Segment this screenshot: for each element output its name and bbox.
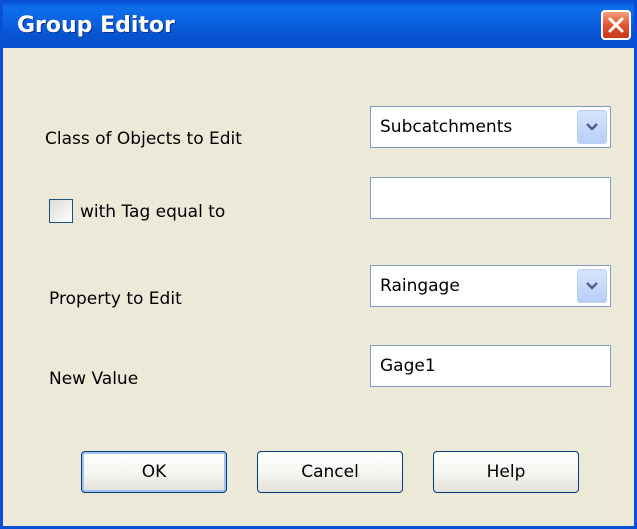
class-of-objects-label: Class of Objects to Edit	[45, 129, 242, 149]
property-to-edit-select[interactable]: Raingage	[370, 265, 611, 307]
ok-button[interactable]: OK	[81, 451, 227, 493]
class-dropdown-button[interactable]	[577, 110, 607, 144]
new-value-input[interactable]: Gage1	[370, 345, 611, 387]
new-value-input-value: Gage1	[380, 356, 436, 376]
chevron-down-icon	[586, 282, 598, 290]
new-value-label: New Value	[49, 369, 139, 389]
class-of-objects-value: Subcatchments	[380, 117, 513, 137]
close-icon	[608, 17, 624, 33]
cancel-button[interactable]: Cancel	[257, 451, 403, 493]
property-to-edit-label: Property to Edit	[49, 289, 182, 309]
group-editor-dialog: Group Editor Class of Objects to Edit Su…	[0, 0, 637, 529]
close-button[interactable]	[601, 10, 631, 40]
help-button[interactable]: Help	[433, 451, 579, 493]
tag-input[interactable]	[370, 177, 611, 219]
property-dropdown-button[interactable]	[577, 269, 607, 303]
tag-filter-label[interactable]: with Tag equal to	[80, 202, 225, 222]
window-title: Group Editor	[17, 13, 175, 38]
property-to-edit-value: Raingage	[380, 276, 460, 296]
class-of-objects-select[interactable]: Subcatchments	[370, 106, 611, 148]
title-bar[interactable]: Group Editor	[3, 3, 634, 48]
chevron-down-icon	[586, 123, 598, 131]
tag-filter-checkbox[interactable]	[49, 199, 73, 223]
